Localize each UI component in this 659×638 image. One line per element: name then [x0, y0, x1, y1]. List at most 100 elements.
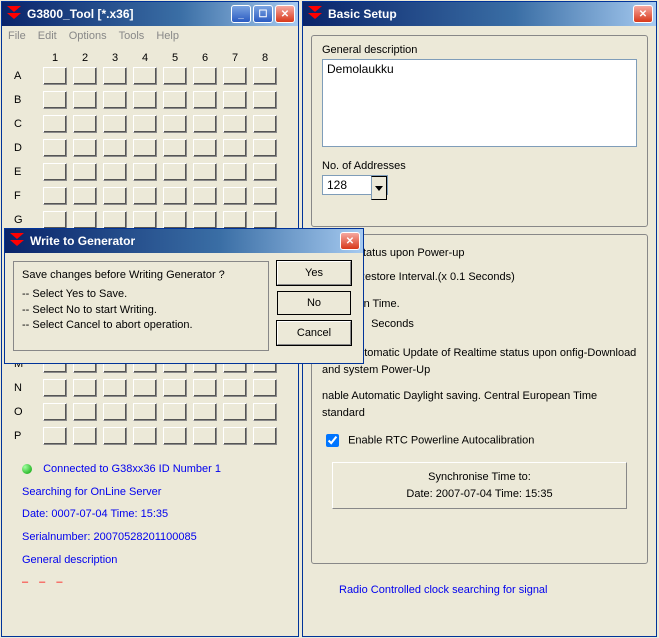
grid-cell[interactable]: [43, 211, 67, 229]
grid-cell[interactable]: [163, 379, 187, 397]
grid-cell[interactable]: [73, 187, 97, 205]
yes-button[interactable]: Yes: [277, 261, 351, 285]
grid-cell[interactable]: [253, 91, 277, 109]
grid-cell[interactable]: [73, 91, 97, 109]
grid-cell[interactable]: [133, 379, 157, 397]
grid-cell[interactable]: [253, 379, 277, 397]
grid-cell[interactable]: [73, 163, 97, 181]
grid-cell[interactable]: [43, 139, 67, 157]
grid-cell[interactable]: [223, 403, 247, 421]
close-button[interactable]: ✕: [275, 5, 295, 23]
grid-cell[interactable]: [253, 403, 277, 421]
dialog-message: Save changes before Writing Generator ? …: [13, 261, 269, 351]
grid-cell[interactable]: [43, 115, 67, 133]
grid-cell[interactable]: [253, 115, 277, 133]
menu-file[interactable]: File: [8, 30, 26, 42]
grid-cell[interactable]: [223, 91, 247, 109]
grid-cell[interactable]: [103, 379, 127, 397]
grid-cell[interactable]: [163, 211, 187, 229]
grid-cell[interactable]: [103, 403, 127, 421]
grid-cell[interactable]: [133, 211, 157, 229]
grid-cell[interactable]: [73, 379, 97, 397]
grid-cell[interactable]: [163, 67, 187, 85]
grid-cell[interactable]: [133, 67, 157, 85]
grid-cell[interactable]: [73, 115, 97, 133]
grid-cell[interactable]: [103, 187, 127, 205]
grid-cell[interactable]: [133, 187, 157, 205]
cancel-button[interactable]: Cancel: [277, 321, 351, 345]
close-button[interactable]: ✕: [340, 232, 360, 250]
rtc-checkbox[interactable]: [326, 434, 339, 447]
grid-cell[interactable]: [103, 115, 127, 133]
grid-cell[interactable]: [163, 91, 187, 109]
grid-cell[interactable]: [163, 139, 187, 157]
grid-cell[interactable]: [43, 427, 67, 445]
grid-cell[interactable]: [253, 67, 277, 85]
grid-cell[interactable]: [193, 379, 217, 397]
grid-cell[interactable]: [223, 139, 247, 157]
menu-tools[interactable]: Tools: [119, 30, 145, 42]
grid-cell[interactable]: [103, 67, 127, 85]
grid-cell[interactable]: [223, 163, 247, 181]
sync-time-button[interactable]: Synchronise Time to: Date: 2007-07-04 Ti…: [332, 462, 627, 509]
grid-cell[interactable]: [73, 427, 97, 445]
grid-cell[interactable]: [223, 379, 247, 397]
grid-cell[interactable]: [223, 67, 247, 85]
grid-cell[interactable]: [133, 139, 157, 157]
num-addr-select[interactable]: 128: [322, 175, 388, 195]
grid-cell[interactable]: [103, 139, 127, 157]
grid-cell[interactable]: [193, 67, 217, 85]
grid-cell[interactable]: [43, 163, 67, 181]
no-button[interactable]: No: [277, 291, 351, 315]
menu-options[interactable]: Options: [69, 30, 107, 42]
grid-cell[interactable]: [253, 211, 277, 229]
col-header: 1: [40, 52, 70, 64]
grid-cell[interactable]: [43, 67, 67, 85]
grid-cell[interactable]: [133, 427, 157, 445]
grid-cell[interactable]: [223, 427, 247, 445]
grid-cell[interactable]: [103, 427, 127, 445]
grid-cell[interactable]: [73, 139, 97, 157]
grid-cell[interactable]: [193, 211, 217, 229]
grid-cell[interactable]: [253, 139, 277, 157]
minimize-button[interactable]: _: [231, 5, 251, 23]
grid-cell[interactable]: [223, 211, 247, 229]
grid-cell[interactable]: [253, 187, 277, 205]
grid-cell[interactable]: [73, 211, 97, 229]
grid-cell[interactable]: [163, 427, 187, 445]
grid-cell[interactable]: [133, 163, 157, 181]
grid-cell[interactable]: [163, 115, 187, 133]
grid-cell[interactable]: [163, 403, 187, 421]
grid-cell[interactable]: [253, 163, 277, 181]
grid-cell[interactable]: [193, 115, 217, 133]
grid-cell[interactable]: [133, 115, 157, 133]
grid-cell[interactable]: [193, 91, 217, 109]
menu-help[interactable]: Help: [156, 30, 179, 42]
grid-cell[interactable]: [103, 211, 127, 229]
gen-desc-input[interactable]: [322, 59, 637, 147]
maximize-button[interactable]: ☐: [253, 5, 273, 23]
grid-cell[interactable]: [163, 163, 187, 181]
grid-cell[interactable]: [223, 115, 247, 133]
grid-cell[interactable]: [223, 187, 247, 205]
grid-cell[interactable]: [43, 187, 67, 205]
close-button[interactable]: ✕: [633, 5, 653, 23]
grid-cell[interactable]: [133, 403, 157, 421]
grid-cell[interactable]: [133, 91, 157, 109]
grid-cell[interactable]: [193, 187, 217, 205]
grid-cell[interactable]: [103, 91, 127, 109]
chevron-down-icon[interactable]: [371, 176, 387, 200]
menu-edit[interactable]: Edit: [38, 30, 57, 42]
grid-cell[interactable]: [193, 403, 217, 421]
grid-cell[interactable]: [43, 379, 67, 397]
grid-cell[interactable]: [253, 427, 277, 445]
grid-cell[interactable]: [193, 163, 217, 181]
grid-cell[interactable]: [163, 187, 187, 205]
grid-cell[interactable]: [43, 403, 67, 421]
grid-cell[interactable]: [43, 91, 67, 109]
grid-cell[interactable]: [103, 163, 127, 181]
grid-cell[interactable]: [73, 403, 97, 421]
grid-cell[interactable]: [193, 427, 217, 445]
grid-cell[interactable]: [193, 139, 217, 157]
grid-cell[interactable]: [73, 67, 97, 85]
